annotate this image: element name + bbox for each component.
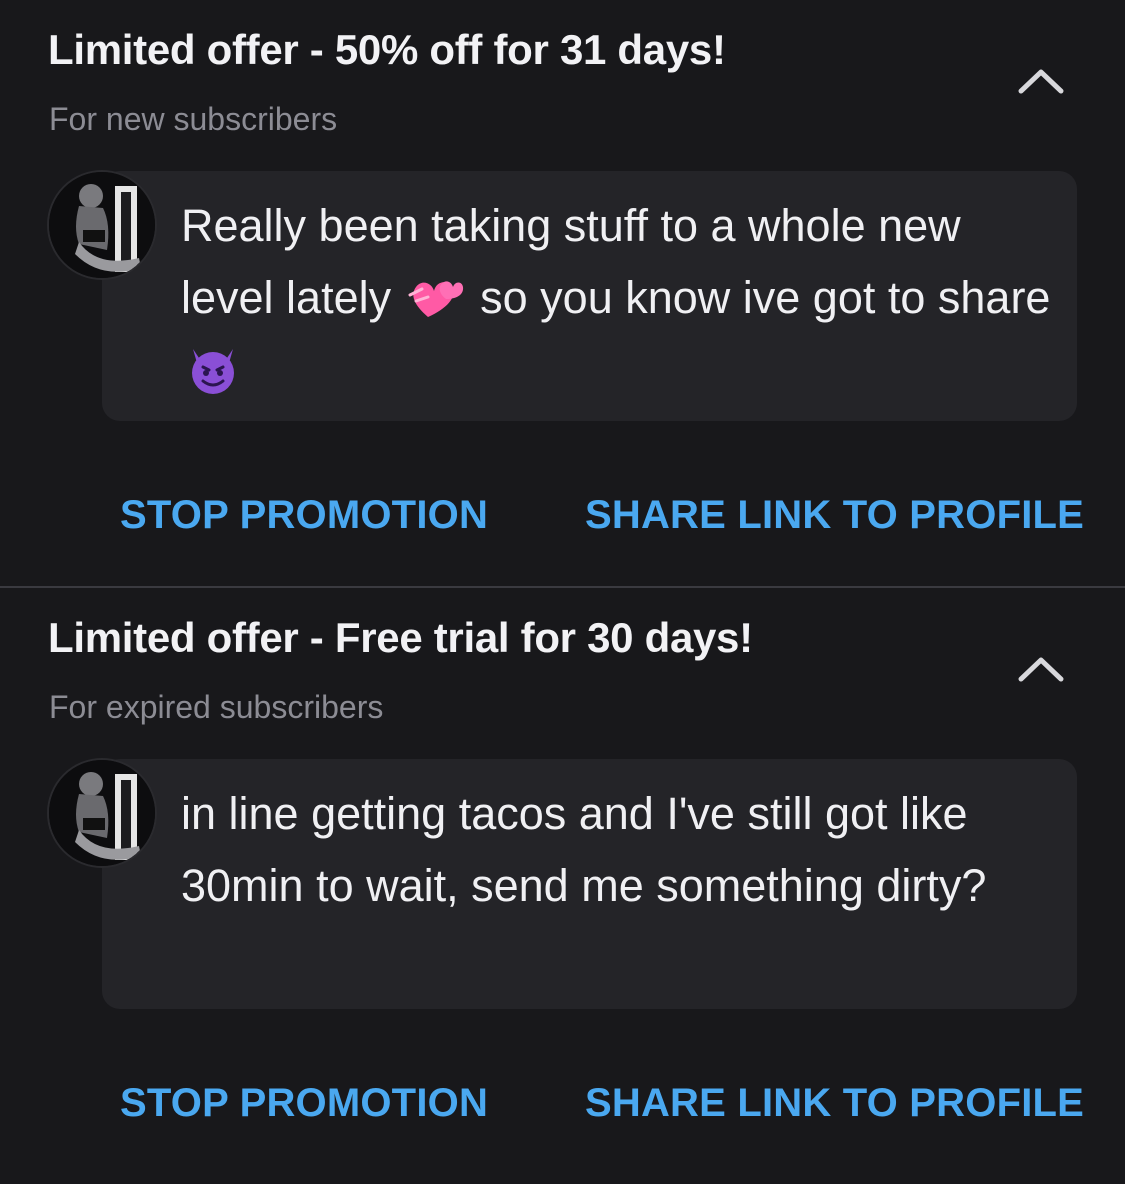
promotion-title: Limited offer - 50% off for 31 days! [48, 26, 726, 73]
two-hearts-emoji [408, 281, 463, 317]
smiling-devil-emoji [192, 349, 234, 394]
chevron-up-icon[interactable] [1016, 64, 1066, 96]
message-text-part: so you know ive got to share [480, 272, 1051, 323]
message-text: Really been taking stuff to a whole new … [181, 190, 1061, 406]
promotion-title: Limited offer - Free trial for 30 days! [48, 614, 753, 661]
avatar [47, 170, 157, 280]
chevron-up-icon[interactable] [1016, 652, 1066, 684]
message-text: in line getting tacos and I've still got… [181, 788, 987, 911]
promotion-subtitle: For new subscribers [49, 101, 338, 137]
promotion-card: Limited offer - Free trial for 30 days! … [0, 588, 1125, 1182]
avatar [47, 758, 157, 868]
share-link-button[interactable]: SHARE LINK TO PROFILE [585, 1081, 1084, 1126]
stop-promotion-button[interactable]: STOP PROMOTION [120, 493, 488, 538]
stop-promotion-button[interactable]: STOP PROMOTION [120, 1081, 488, 1126]
promotion-card: Limited offer - 50% off for 31 days! For… [0, 0, 1125, 588]
promotion-subtitle: For expired subscribers [49, 689, 384, 725]
share-link-button[interactable]: SHARE LINK TO PROFILE [585, 493, 1084, 538]
